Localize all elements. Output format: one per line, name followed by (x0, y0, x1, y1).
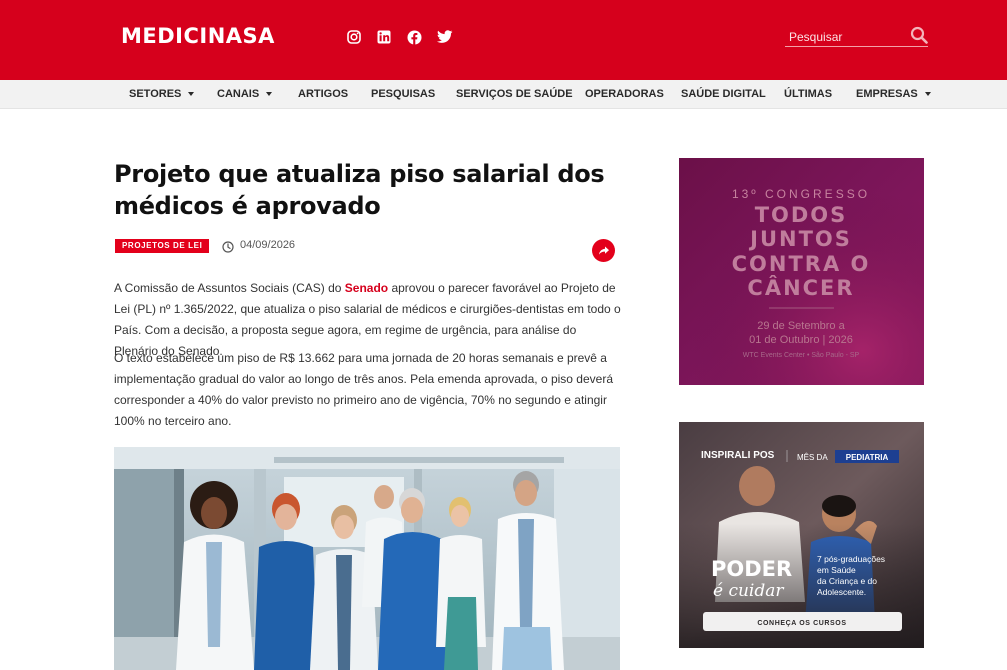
article-title: Projeto que atualiza piso salarial dos m… (114, 160, 605, 220)
ad2-desc-4: Adolescente. (817, 587, 866, 597)
ad2-headline-1: PODER (711, 557, 792, 581)
clock-icon (222, 240, 234, 253)
ad1-line-cancer: CÂNCER (747, 275, 854, 300)
nav-item-saude-digital[interactable]: SAÚDE DIGITAL (681, 88, 766, 100)
ad1-line-juntos: JUNTOS (748, 227, 852, 251)
senado-link[interactable]: Senado (345, 281, 388, 295)
nav-item-ultimas[interactable]: ÚLTIMAS (784, 88, 832, 100)
site-logo[interactable]: MEDICINASA (121, 24, 275, 48)
search-bar (785, 25, 928, 47)
nav-item-empresas[interactable]: EMPRESAS (856, 88, 931, 100)
instagram-icon[interactable] (346, 29, 362, 45)
facebook-icon[interactable] (406, 29, 422, 45)
article-image (114, 447, 620, 670)
article-date: 04/09/2026 (240, 239, 296, 251)
article-paragraph-2: O texto estabelece um piso de R$ 13.662 … (114, 351, 613, 428)
ad2-cta-button: CONHEÇA OS CURSOS (757, 620, 846, 627)
category-tag[interactable]: PROJETOS DE LEI (115, 239, 210, 253)
nav-item-servicos-de-saude[interactable]: SERVIÇOS DE SAÚDE (456, 88, 573, 100)
ad1-congress-label: 13º CONGRESSO (732, 187, 870, 201)
ad2-month-label: MÊS DA (797, 453, 828, 462)
nav-item-pesquisas[interactable]: PESQUISAS (371, 88, 435, 100)
ad1-line-contra: CONTRA O (732, 252, 871, 276)
ad1-date-line-1: 29 de Setembro a (757, 320, 845, 332)
ad2-desc-2: em Saúde (817, 565, 856, 575)
search-input[interactable] (789, 28, 904, 45)
nav-item-operadoras[interactable]: OPERADORAS (585, 88, 664, 100)
nav-item-artigos[interactable]: ARTIGOS (298, 88, 348, 100)
header: MEDICINASA (0, 0, 1007, 80)
main-nav: SETORES CANAIS ARTIGOS PESQUISAS SERVIÇO… (0, 80, 1007, 109)
ad1-date-line-2: 01 de Outubro | 2026 (749, 334, 853, 346)
twitter-icon[interactable] (437, 29, 453, 45)
search-icon[interactable] (910, 26, 928, 44)
ad1-line-todos: TODOS (755, 203, 848, 227)
chevron-down-icon (924, 92, 931, 96)
ad2-brand: INSPIRALI POS (701, 450, 775, 461)
congress-banner-ad[interactable]: 13º CONGRESSO TODOS JUNTOS CONTRA O CÂNC… (679, 158, 924, 385)
ad2-desc-1: 7 pós-graduações (817, 554, 885, 564)
ad2-desc-3: da Criança e do (817, 576, 877, 586)
pediatria-banner-ad[interactable]: INSPIRALI POS MÊS DA PEDIATRIA PODER é c… (679, 422, 924, 648)
nav-item-setores[interactable]: SETORES (129, 88, 195, 100)
chevron-down-icon (188, 92, 195, 96)
ad1-venue: WTC Events Center • São Paulo - SP (743, 352, 860, 359)
chevron-down-icon (266, 92, 273, 96)
share-button[interactable] (592, 239, 615, 262)
ad2-month-badge: PEDIATRIA (846, 453, 889, 462)
nav-item-canais[interactable]: CANAIS (217, 88, 273, 100)
ad2-headline-2: é cuidar (713, 581, 784, 601)
linkedin-icon[interactable] (376, 29, 392, 45)
share-icon (598, 246, 609, 255)
